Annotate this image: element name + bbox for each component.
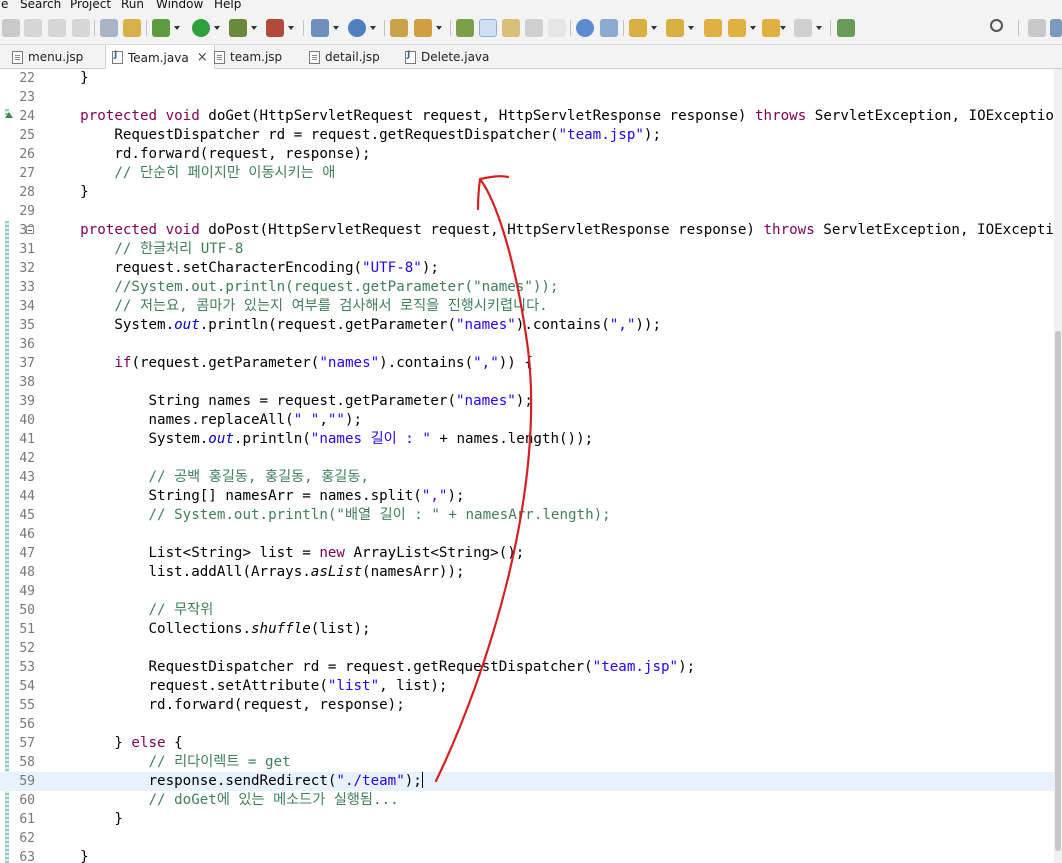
tab-label: detail.jsp [325, 50, 380, 64]
menu-search[interactable]: Search [20, 0, 61, 11]
java-file-icon [112, 50, 123, 64]
next-annotation-icon[interactable] [456, 19, 474, 37]
mark-occurrences-icon[interactable] [479, 19, 497, 37]
red-hand-drawn-arrow [434, 175, 533, 783]
menu-bar: e Search Project Run Window Help [0, 0, 1062, 13]
menu-edit[interactable]: e [1, 0, 8, 11]
search-icon[interactable] [990, 19, 1003, 32]
tab-label: Delete.java [421, 50, 490, 64]
back-arrow-icon[interactable] [762, 19, 780, 37]
scrollbar-thumb[interactable] [1055, 331, 1061, 851]
java-file-icon [405, 50, 416, 64]
tab-delete-java[interactable]: Delete.java [405, 45, 489, 69]
save-all-icon[interactable] [72, 19, 90, 37]
perspective-icon[interactable] [1050, 19, 1062, 37]
open-perspective-icon[interactable] [1028, 19, 1046, 37]
prev-annotation-icon[interactable] [666, 19, 684, 37]
run-icon[interactable] [192, 19, 210, 37]
coverage-icon[interactable] [229, 19, 247, 37]
jsp-file-icon [12, 50, 23, 64]
tab-label: team.jsp [230, 50, 283, 64]
editor-tab-bar: menu.jsp Team.java × team.jsp detail.jsp… [0, 45, 1062, 70]
jsp-file-icon [214, 50, 225, 64]
toggle-comment-icon[interactable] [100, 19, 118, 37]
jsp-file-icon [309, 50, 320, 64]
debug-icon[interactable] [152, 19, 170, 37]
external-tools-icon[interactable] [266, 19, 284, 37]
code-editor[interactable]: 22 } 23 24 protected void doGet(HttpServle… [0, 69, 1062, 863]
skip-breakpoints-icon[interactable] [123, 19, 141, 37]
back-history-icon[interactable] [2, 19, 20, 37]
last-edit-location-icon[interactable] [704, 19, 722, 37]
forward-arrow-icon[interactable] [794, 19, 812, 37]
new-class-icon[interactable] [348, 19, 366, 37]
tab-label: menu.jsp [28, 50, 84, 64]
vertical-scrollbar[interactable] [1054, 69, 1062, 863]
menu-window[interactable]: Window [156, 0, 203, 11]
back-icon[interactable] [728, 19, 746, 37]
redo-icon[interactable] [48, 19, 66, 37]
tab-team-jsp[interactable]: team.jsp [214, 45, 282, 69]
open-type-icon[interactable] [390, 19, 408, 37]
undo-icon[interactable] [24, 19, 42, 37]
tab-menu-jsp[interactable]: menu.jsp [12, 45, 83, 69]
task-icon[interactable] [600, 19, 618, 37]
word-wrap-icon[interactable] [525, 19, 543, 37]
new-java-project-icon[interactable] [311, 19, 329, 37]
next-edit-icon[interactable] [629, 19, 647, 37]
open-browser-icon[interactable] [576, 19, 594, 37]
search-tool-icon[interactable] [414, 19, 432, 37]
pin-editor-icon[interactable] [837, 19, 855, 37]
menu-run[interactable]: Run [121, 0, 144, 11]
tab-team-java[interactable]: Team.java × [105, 45, 215, 70]
close-icon[interactable]: × [197, 50, 208, 65]
show-whitespace-icon[interactable] [548, 19, 566, 37]
tab-label: Team.java [128, 50, 189, 65]
block-selection-icon[interactable] [502, 19, 520, 37]
menu-project[interactable]: Project [70, 0, 111, 11]
tab-detail-jsp[interactable]: detail.jsp [309, 45, 380, 69]
toolbar [0, 13, 1062, 45]
menu-help[interactable]: Help [214, 0, 241, 11]
